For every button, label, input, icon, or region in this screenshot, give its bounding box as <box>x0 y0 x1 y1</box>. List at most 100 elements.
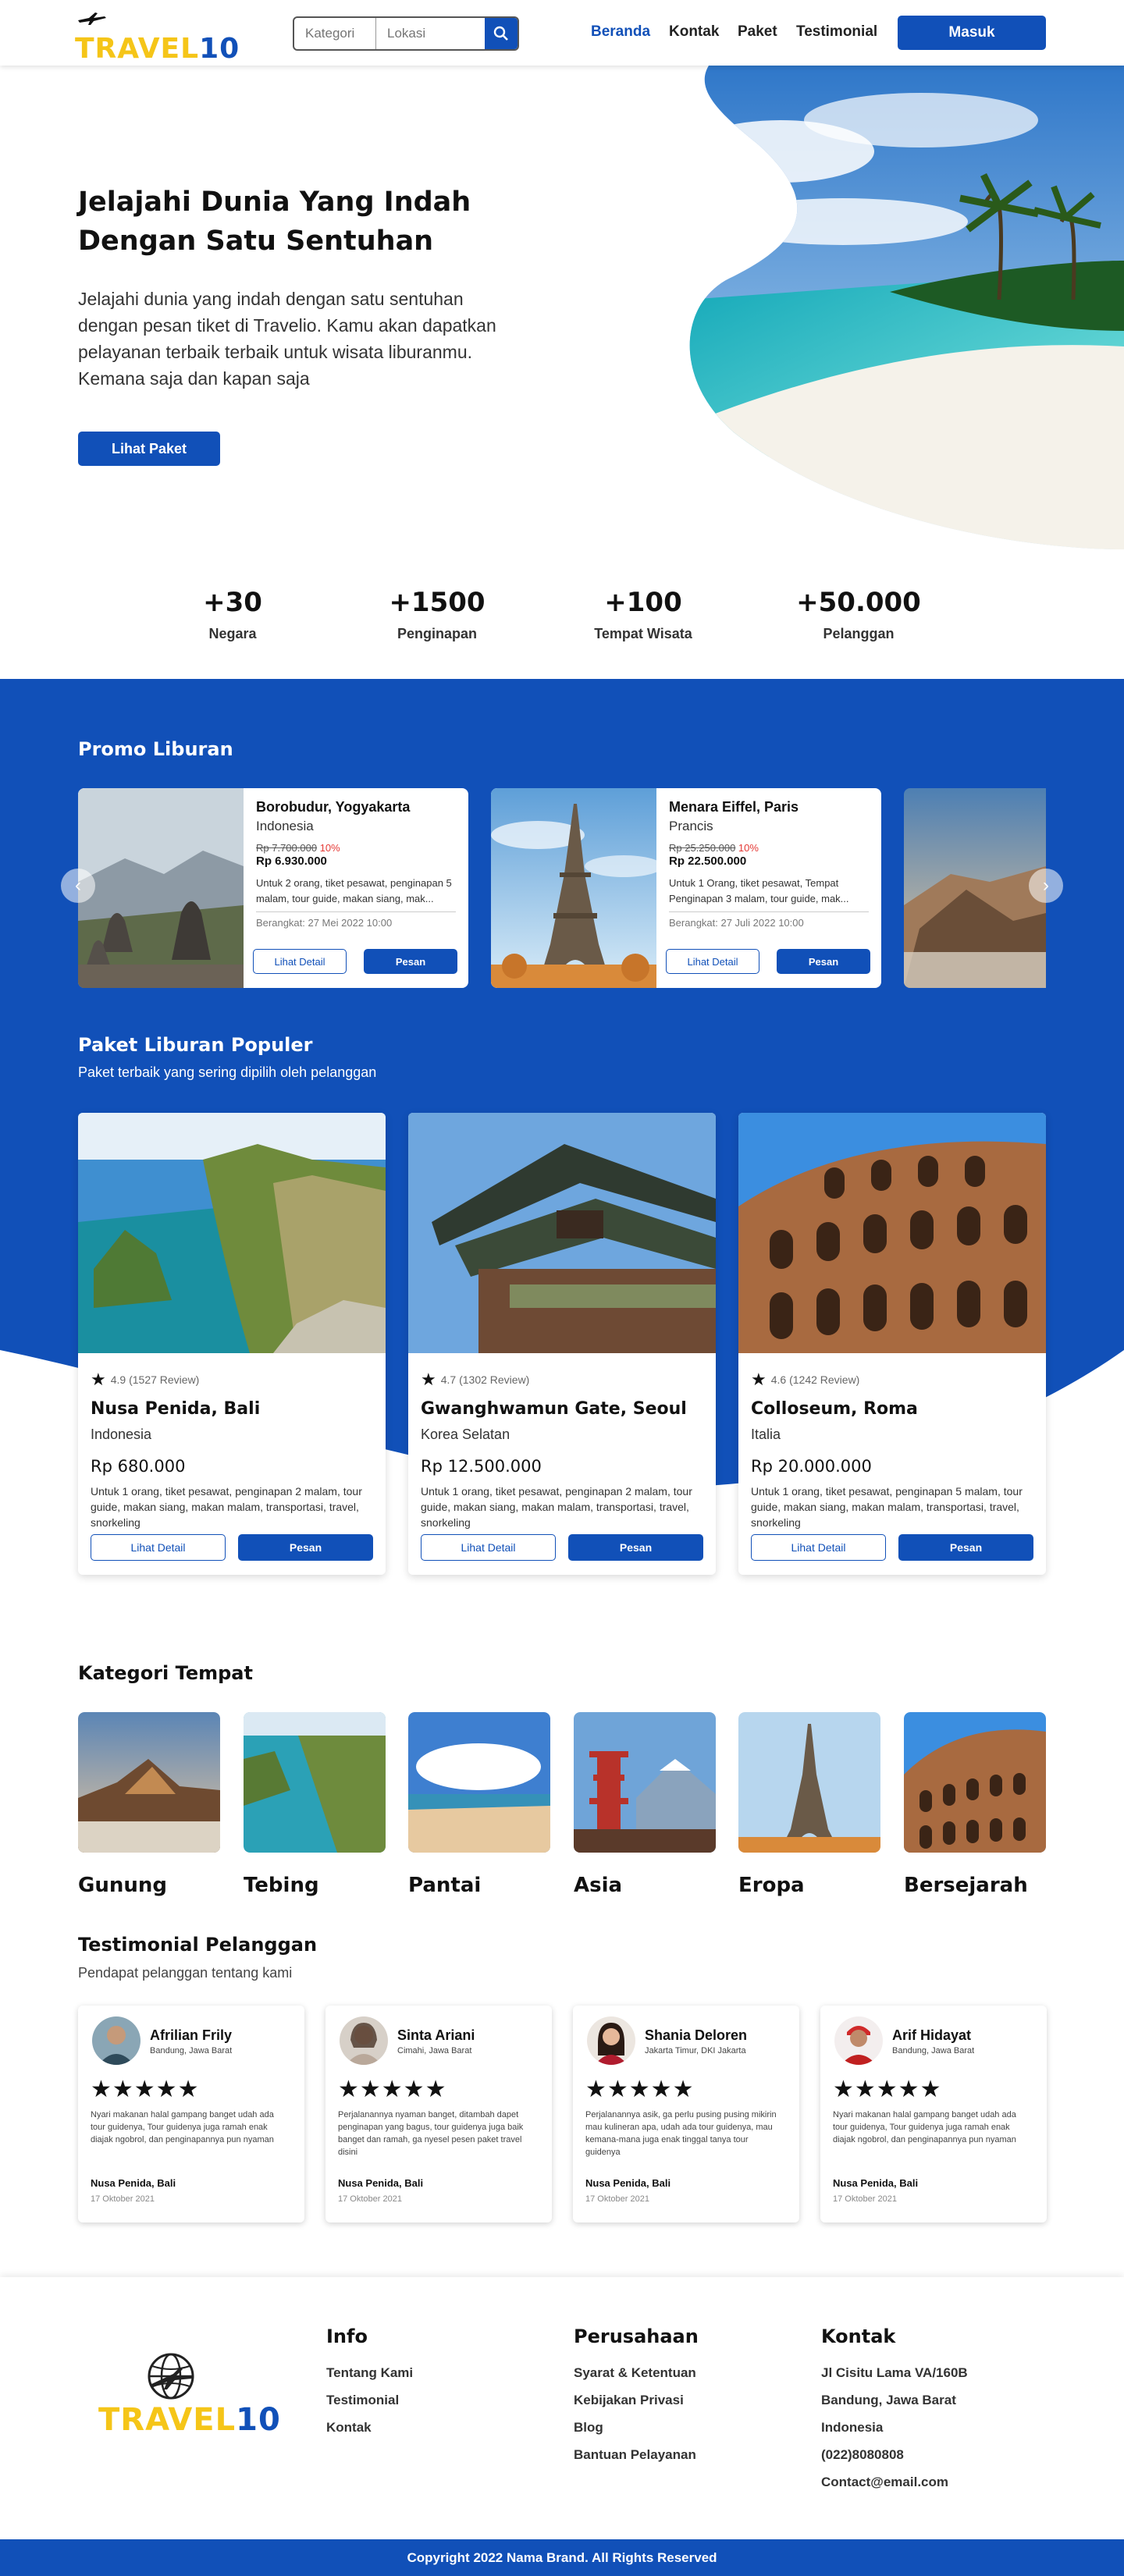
package-order-button[interactable]: Pesan <box>898 1534 1033 1561</box>
package-country: Korea Selatan <box>421 1427 510 1442</box>
gwanghwamun-image <box>408 1113 716 1353</box>
package-detail-button[interactable]: Lihat Detail <box>91 1534 226 1561</box>
package-desc: Untuk 1 orang, tiket pesawat, penginapan… <box>421 1485 692 1529</box>
kategori-input[interactable] <box>294 18 376 49</box>
colosseum-image <box>738 1113 1046 1353</box>
search-icon <box>493 26 508 41</box>
contact-phone[interactable]: (022)8080808 <box>821 2441 968 2468</box>
contact-email[interactable]: Contact@email.com <box>821 2468 968 2496</box>
chevron-right-icon: › <box>1043 875 1049 896</box>
carousel-prev-button[interactable]: ‹ <box>61 869 95 903</box>
testimonial-card: Sinta Ariani Cimahi, Jawa Barat ★★★★★ Pe… <box>325 2006 552 2222</box>
stat-value: +50.000 <box>796 587 921 618</box>
testimonial-date: 17 Oktober 2021 <box>585 2194 649 2204</box>
testimonial-text: Nyari makanan halal gampang banget udah … <box>833 2110 1016 2144</box>
category-label: Gunung <box>78 1874 167 1897</box>
testimonial-text: Nyari makanan halal gampang banget udah … <box>91 2110 274 2144</box>
footer-link-kontak[interactable]: Kontak <box>326 2414 413 2441</box>
footer-link-bantuan[interactable]: Bantuan Pelayanan <box>574 2441 696 2468</box>
footer-contact-title: Kontak <box>821 2326 896 2347</box>
category-eropa[interactable]: Eropa <box>738 1712 880 1897</box>
nusa-penida-image <box>78 1113 386 1353</box>
package-desc: Untuk 1 orang, tiket pesawat, penginapan… <box>91 1485 362 1529</box>
footer-company-title: Perusahaan <box>574 2326 699 2347</box>
testimonials-title: Testimonial Pelanggan <box>78 1934 318 1956</box>
logo[interactable]: TRAVEL 10 <box>75 11 240 65</box>
package-detail-button[interactable]: Lihat Detail <box>421 1534 556 1561</box>
nav-beranda[interactable]: Beranda <box>591 23 650 41</box>
category-label: Asia <box>574 1874 623 1897</box>
testimonials-subtitle: Pendapat pelanggan tentang kami <box>78 1965 293 1981</box>
package-order-button[interactable]: Pesan <box>238 1534 373 1561</box>
bromo-image <box>904 788 1046 988</box>
popular-card: ★ 4.6 (1242 Review) Colloseum, Roma Itali… <box>738 1113 1046 1575</box>
testimonial-date: 17 Oktober 2021 <box>833 2194 897 2204</box>
promo-country: Indonesia <box>256 819 314 833</box>
airplane-icon <box>78 12 106 25</box>
lihat-paket-button[interactable]: Lihat Paket <box>78 432 220 466</box>
category-label: Tebing <box>244 1874 319 1897</box>
nav-paket[interactable]: Paket <box>738 23 777 41</box>
promo-title: Promo Liburan <box>78 738 233 760</box>
eiffel-image <box>491 788 656 988</box>
category-label: Bersejarah <box>904 1874 1028 1897</box>
rating-stars: ★★★★★ <box>585 2077 695 2102</box>
carousel-next-button[interactable]: › <box>1029 869 1063 903</box>
category-asia[interactable]: Asia <box>574 1712 716 1897</box>
promo-desc: Untuk 2 orang, tiket pesawat, penginapan… <box>256 877 452 904</box>
testimonial-card: Afrilian Frily Bandung, Jawa Barat ★★★★★… <box>78 2006 304 2222</box>
testimonial-text: Perjalanannya nyaman banget, ditambah da… <box>338 2110 524 2157</box>
promo-price: Rp 6.930.000 <box>256 855 327 868</box>
rating-text: 4.7 (1302 Review) <box>440 1373 530 1386</box>
search-bar <box>293 16 519 51</box>
footer-info-title: Info <box>326 2326 368 2347</box>
promo-desc: Untuk 1 Orang, tiket pesawat, Tempat Pen… <box>669 877 849 904</box>
testimonial-place: Nusa Penida, Bali <box>91 2177 176 2189</box>
footer-link-blog[interactable]: Blog <box>574 2414 696 2441</box>
stat-negara: +30 Negara <box>155 587 311 642</box>
package-detail-button[interactable]: Lihat Detail <box>751 1534 886 1561</box>
borobudur-image <box>78 788 244 988</box>
category-label: Eropa <box>738 1874 805 1897</box>
navbar: TRAVEL10 Beranda Kontak Paket Testimonia… <box>0 0 1124 66</box>
testimonial-card: Shania Deloren Jakarta Timur, DKI Jakart… <box>573 2006 799 2222</box>
promo-order-button[interactable]: Pesan <box>364 949 457 974</box>
footer-logo[interactable]: TRAVEL10 <box>98 2350 280 2444</box>
package-order-button[interactable]: Pesan <box>568 1534 703 1561</box>
login-button[interactable]: Masuk <box>898 16 1046 50</box>
package-country: Italia <box>751 1427 781 1442</box>
package-name: Colloseum, Roma <box>751 1399 918 1419</box>
footer-logo-text: TRAVEL <box>98 2402 237 2438</box>
star-icon: ★ <box>91 1370 106 1389</box>
promo-old-price: Rp 7.700.000 <box>256 842 318 854</box>
category-bersejarah[interactable]: Bersejarah <box>904 1712 1046 1897</box>
contact-city: Bandung, Jawa Barat <box>821 2393 956 2407</box>
stat-label: Pelanggan <box>823 626 895 641</box>
category-gunung[interactable]: Gunung <box>78 1712 220 1897</box>
stat-pelanggan: +50.000 Pelanggan <box>781 587 937 642</box>
search-button[interactable] <box>485 18 518 49</box>
pantai-image <box>408 1712 550 1853</box>
footer-link-syarat[interactable]: Syarat & Ketentuan <box>574 2359 696 2386</box>
footer-link-privasi[interactable]: Kebijakan Privasi <box>574 2386 696 2414</box>
testimonial-text: Perjalanannya asik, ga perlu pusing pusi… <box>585 2110 777 2157</box>
lokasi-input[interactable] <box>376 18 485 49</box>
copyright-bar: Copyright 2022 Nama Brand. All Rights Re… <box>0 2539 1124 2576</box>
promo-country: Prancis <box>669 819 713 833</box>
category-tebing[interactable]: Tebing <box>244 1712 386 1897</box>
category-pantai[interactable]: Pantai <box>408 1712 550 1897</box>
nav-kontak[interactable]: Kontak <box>669 23 719 41</box>
promo-detail-button[interactable]: Lihat Detail <box>666 949 759 974</box>
promo-old-price: Rp 25.250.000 <box>669 842 736 854</box>
promo-detail-button[interactable]: Lihat Detail <box>253 949 347 974</box>
avatar <box>92 2016 140 2065</box>
footer-link-testimonial[interactable]: Testimonial <box>326 2386 413 2414</box>
hero-beach-image <box>689 66 1124 549</box>
popular-title: Paket Liburan Populer <box>78 1034 313 1056</box>
footer-link-tentang-kami[interactable]: Tentang Kami <box>326 2359 413 2386</box>
popular-card: ★ 4.7 (1302 Review) Gwanghwamun Gate, Seo… <box>408 1113 716 1575</box>
promo-order-button[interactable]: Pesan <box>777 949 870 974</box>
package-price: Rp 12.500.000 <box>421 1457 542 1476</box>
nav-testimonial[interactable]: Testimonial <box>796 23 877 41</box>
promo-price: Rp 22.500.000 <box>669 855 747 868</box>
